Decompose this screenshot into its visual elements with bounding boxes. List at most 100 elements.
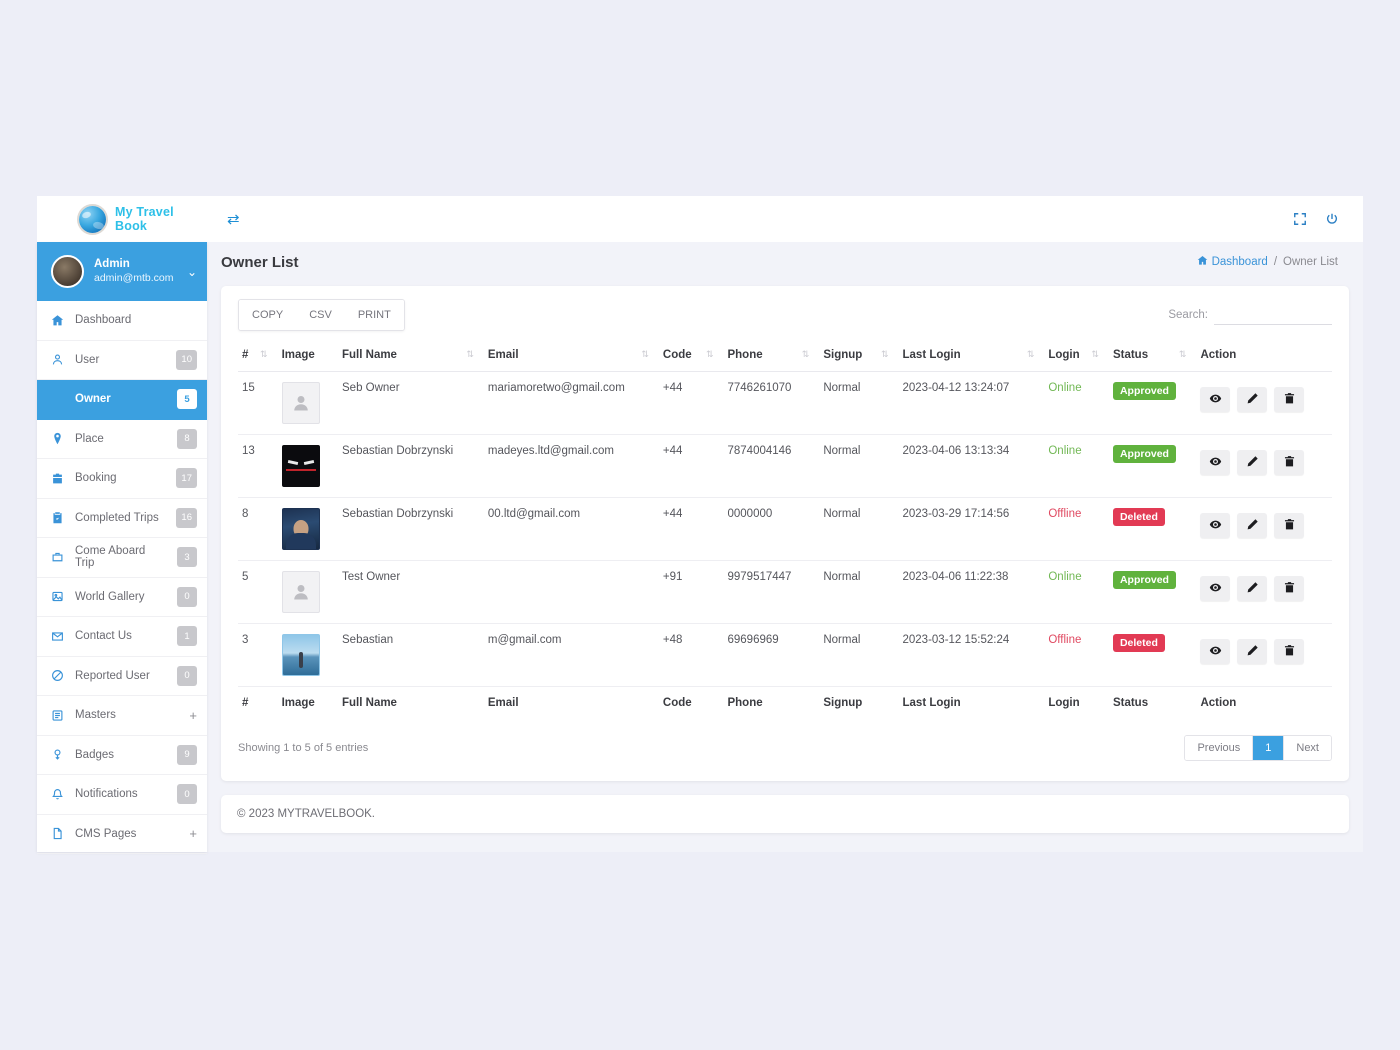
sidebar-item-badge: 8 [177, 429, 197, 449]
sidebar-toggle-icon[interactable]: ⇄ [227, 212, 240, 227]
breadcrumb-dashboard-label: Dashboard [1212, 256, 1268, 268]
pagination-next[interactable]: Next [1284, 736, 1331, 760]
column-header-action[interactable]: Action [1196, 687, 1332, 720]
column-header-email[interactable]: Email [484, 687, 659, 720]
column-header-full-name[interactable]: Full Name [338, 687, 484, 720]
edit-button[interactable] [1237, 387, 1267, 412]
cell-phone: 69696969 [723, 624, 819, 687]
sidebar-item-badge: 0 [177, 587, 197, 607]
sidebar-item-place[interactable]: Place 8 [37, 420, 207, 460]
sort-icon[interactable]: ⇅ [1179, 349, 1187, 360]
column-header-signup[interactable]: Signup [819, 687, 898, 720]
column-header-label: Status [1113, 349, 1148, 361]
sort-icon[interactable]: ⇅ [1091, 349, 1099, 360]
sidebar-item-reported-user[interactable]: Reported User0 [37, 657, 207, 697]
book-icon [51, 709, 64, 722]
delete-button[interactable] [1274, 450, 1304, 475]
brand-logo[interactable]: My Travel Book [37, 205, 207, 234]
edit-button[interactable] [1237, 513, 1267, 538]
delete-button[interactable] [1274, 387, 1304, 412]
sidebar-item-label: Place [75, 433, 166, 445]
view-button[interactable] [1200, 387, 1230, 412]
fullscreen-icon[interactable] [1293, 212, 1307, 226]
sidebar-item-world-gallery[interactable]: World Gallery0 [37, 578, 207, 618]
column-header-login[interactable]: Login⇅ [1044, 339, 1109, 372]
column-header-last-login[interactable]: Last Login⇅ [899, 339, 1045, 372]
cell-login-state: Online [1044, 372, 1109, 435]
sidebar-item-cms-pages[interactable]: CMS Pages+ [37, 815, 207, 855]
sort-icon[interactable]: ⇅ [706, 349, 714, 360]
cell-num: 15 [238, 372, 278, 435]
delete-button[interactable] [1274, 576, 1304, 601]
sort-icon[interactable]: ⇅ [641, 349, 649, 360]
sidebar-item-masters[interactable]: Masters+ [37, 696, 207, 736]
pagination-previous[interactable]: Previous [1185, 736, 1253, 760]
sidebar-item-booking[interactable]: Booking17 [37, 459, 207, 499]
page-title: Owner List [221, 254, 299, 271]
edit-button[interactable] [1237, 576, 1267, 601]
sort-icon[interactable]: ⇅ [802, 349, 810, 360]
cell-phone: 7746261070 [723, 372, 819, 435]
view-button[interactable] [1200, 450, 1230, 475]
sidebar-item-owner[interactable]: Owner5 [37, 380, 207, 420]
view-button[interactable] [1200, 513, 1230, 538]
trash-icon [1283, 392, 1296, 408]
cell-num: 5 [238, 561, 278, 624]
copy-button[interactable]: COPY [239, 300, 296, 330]
profile-block[interactable]: Admin admin@mtb.com ⌄ [37, 242, 207, 301]
column-header-[interactable]: # [238, 687, 278, 720]
chevron-down-icon[interactable]: ⌄ [187, 265, 197, 279]
sidebar-item-label: Notifications [75, 788, 166, 800]
cell-full-name: Sebastian [338, 624, 484, 687]
column-header-phone[interactable]: Phone⇅ [723, 339, 819, 372]
csv-button[interactable]: CSV [296, 300, 345, 330]
column-header-image[interactable]: Image [278, 687, 338, 720]
view-button[interactable] [1200, 639, 1230, 664]
sidebar-item-user[interactable]: User10 [37, 341, 207, 381]
print-button[interactable]: PRINT [345, 300, 404, 330]
pagination-page-1[interactable]: 1 [1253, 736, 1284, 760]
sidebar-item-come-aboard-trip[interactable]: Come Aboard Trip3 [37, 538, 207, 578]
bell-icon [51, 788, 64, 801]
delete-button[interactable] [1274, 639, 1304, 664]
sort-icon[interactable]: ⇅ [466, 349, 474, 360]
column-header-status[interactable]: Status [1109, 687, 1197, 720]
column-header-action[interactable]: Action [1196, 339, 1332, 372]
column-header-login[interactable]: Login [1044, 687, 1109, 720]
sidebar-item-completed-trips[interactable]: Completed Trips16 [37, 499, 207, 539]
column-header-last-login[interactable]: Last Login [899, 687, 1045, 720]
sidebar-item-badges[interactable]: Badges9 [37, 736, 207, 776]
sort-icon[interactable]: ⇅ [1027, 349, 1035, 360]
login-state-text: Offline [1048, 508, 1081, 520]
breadcrumb-dashboard-link[interactable]: Dashboard [1197, 255, 1268, 269]
delete-button[interactable] [1274, 513, 1304, 538]
sidebar-item-badge: 1 [177, 626, 197, 646]
sidebar-item-badge: 5 [177, 389, 197, 409]
cell-signup: Normal [819, 435, 898, 498]
sidebar-item-notifications[interactable]: Notifications0 [37, 775, 207, 815]
cell-phone: 7874004146 [723, 435, 819, 498]
profile-name: Admin [94, 257, 174, 272]
cell-actions [1196, 435, 1332, 498]
column-header-code[interactable]: Code [659, 687, 724, 720]
column-header-signup[interactable]: Signup⇅ [819, 339, 898, 372]
edit-button[interactable] [1237, 639, 1267, 664]
briefcase-icon [51, 472, 64, 485]
column-header-email[interactable]: Email⇅ [484, 339, 659, 372]
power-icon[interactable] [1325, 212, 1339, 226]
column-header-image[interactable]: Image [278, 339, 338, 372]
column-header-label: Image [282, 349, 315, 361]
view-button[interactable] [1200, 576, 1230, 601]
edit-button[interactable] [1237, 450, 1267, 475]
login-state-text: Online [1048, 382, 1081, 394]
column-header-phone[interactable]: Phone [723, 687, 819, 720]
sidebar-item-dashboard[interactable]: Dashboard [37, 301, 207, 341]
sort-icon[interactable]: ⇅ [260, 349, 268, 360]
column-header-status[interactable]: Status ⇅ [1109, 339, 1197, 372]
sidebar-item-contact-us[interactable]: Contact Us1 [37, 617, 207, 657]
search-input[interactable] [1214, 305, 1332, 325]
column-header-[interactable]: #⇅ [238, 339, 278, 372]
column-header-full-name[interactable]: Full Name⇅ [338, 339, 484, 372]
column-header-code[interactable]: Code⇅ [659, 339, 724, 372]
sort-icon[interactable]: ⇅ [881, 349, 889, 360]
